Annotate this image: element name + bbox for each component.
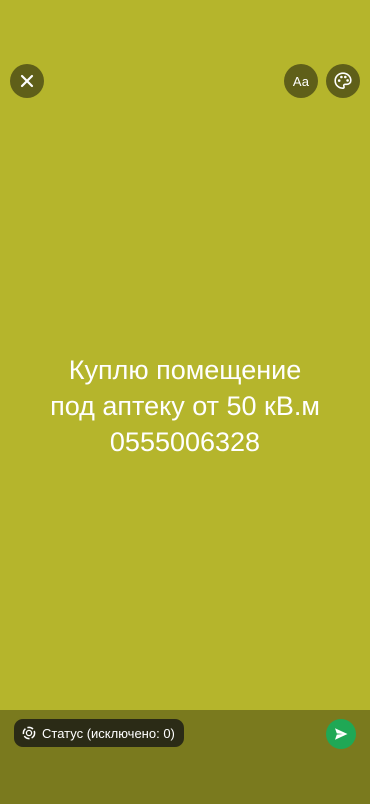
status-footer-bar: Статус (исключено: 0)	[0, 710, 370, 804]
status-text-line: Куплю помещение	[68, 355, 302, 385]
status-text-line: 0555006328	[109, 427, 261, 457]
status-privacy-icon	[22, 726, 36, 740]
font-style-button[interactable]: Aa	[284, 64, 318, 98]
send-icon	[335, 728, 348, 740]
close-icon	[20, 74, 34, 88]
palette-icon	[334, 72, 352, 90]
status-privacy-label: Статус (исключено: 0)	[42, 725, 175, 741]
close-button[interactable]	[10, 64, 44, 98]
status-text-content[interactable]: Куплю помещение под аптеку от 50 кВ.м 05…	[20, 352, 350, 460]
status-composer-screen: Aa Куплю помещение под аптеку от 50 кВ.м…	[0, 0, 370, 804]
status-privacy-button[interactable]: Статус (исключено: 0)	[14, 719, 184, 747]
status-text-line: под аптеку от 50 кВ.м	[50, 391, 320, 421]
send-button[interactable]	[326, 719, 356, 749]
color-palette-button[interactable]	[326, 64, 360, 98]
font-style-label: Aa	[292, 73, 310, 89]
